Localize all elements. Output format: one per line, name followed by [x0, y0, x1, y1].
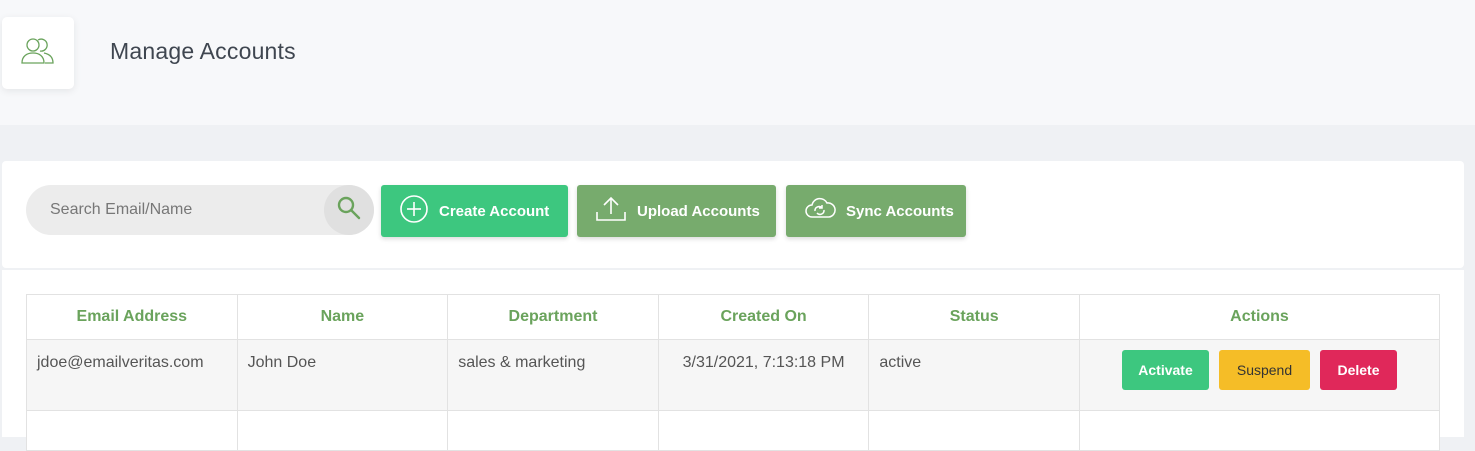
empty-cell — [868, 410, 1080, 451]
suspend-button[interactable]: Suspend — [1219, 350, 1310, 390]
table-row-empty — [26, 410, 1440, 451]
plus-circle-icon — [399, 194, 429, 228]
search-box — [26, 185, 374, 235]
empty-cell — [657, 410, 870, 451]
header-icon-box — [2, 17, 74, 89]
search-icon — [336, 195, 362, 226]
upload-accounts-button[interactable]: Upload Accounts — [577, 185, 776, 237]
cell-created-on: 3/31/2021, 7:13:18 PM — [657, 339, 870, 411]
row-actions: Activate Suspend Delete — [1090, 350, 1429, 390]
column-header-status[interactable]: Status — [868, 294, 1080, 340]
empty-cell — [1079, 410, 1440, 451]
page-title: Manage Accounts — [110, 38, 296, 64]
accounts-table-card: Email Address Name Department Created On… — [2, 270, 1464, 451]
empty-cell — [236, 410, 449, 451]
delete-button[interactable]: Delete — [1320, 350, 1397, 390]
table-row: jdoe@emailveritas.com John Doe sales & m… — [26, 339, 1440, 411]
cell-name: John Doe — [236, 339, 449, 411]
cell-email: jdoe@emailveritas.com — [26, 339, 238, 411]
column-header-department[interactable]: Department — [447, 294, 659, 340]
cell-department: sales & marketing — [447, 339, 659, 411]
empty-cell — [26, 410, 238, 451]
activate-button[interactable]: Activate — [1122, 350, 1209, 390]
upload-icon — [595, 195, 627, 227]
toolbar: Create Account Upload Accounts Sync Acco… — [2, 161, 1464, 268]
search-button[interactable] — [324, 185, 374, 235]
cell-status: active — [868, 339, 1080, 411]
upload-accounts-label: Upload Accounts — [637, 202, 760, 220]
search-input[interactable] — [26, 185, 324, 235]
page-header: Manage Accounts — [0, 0, 1475, 125]
column-header-email[interactable]: Email Address — [26, 294, 238, 340]
column-header-actions: Actions — [1079, 294, 1440, 340]
sync-accounts-button[interactable]: Sync Accounts — [786, 185, 966, 237]
cloud-sync-icon — [804, 197, 836, 225]
cell-actions: Activate Suspend Delete — [1079, 339, 1440, 411]
users-icon — [20, 36, 56, 71]
column-header-created-on[interactable]: Created On — [657, 294, 870, 340]
sync-accounts-label: Sync Accounts — [846, 202, 954, 220]
empty-cell — [447, 410, 659, 451]
table-header-row: Email Address Name Department Created On… — [26, 294, 1440, 340]
create-account-label: Create Account — [439, 202, 550, 220]
create-account-button[interactable]: Create Account — [381, 185, 568, 237]
column-header-name[interactable]: Name — [236, 294, 449, 340]
accounts-table: Email Address Name Department Created On… — [26, 294, 1440, 451]
